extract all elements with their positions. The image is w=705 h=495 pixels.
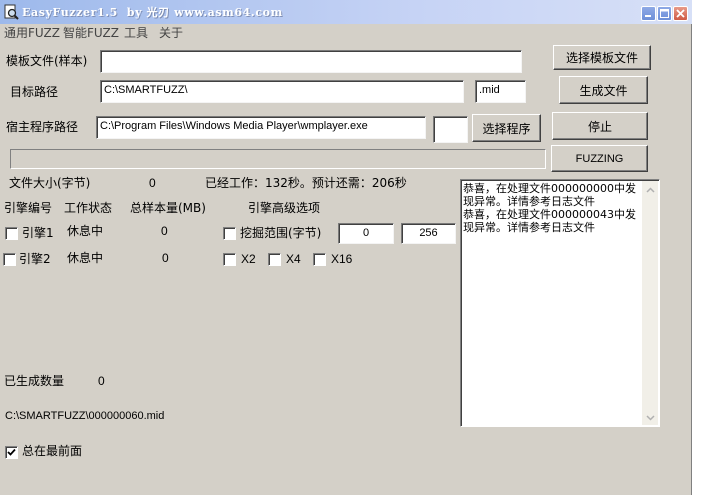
range-label: 挖掘范围(字节) [240, 226, 322, 240]
minimize-button[interactable] [641, 6, 656, 21]
minimize-icon [644, 7, 653, 21]
range-end-input[interactable]: 256 [401, 223, 456, 244]
engine-2-state: 休息中 [67, 251, 104, 265]
engine-2-label: 引擎2 [19, 252, 51, 266]
scroll-down-button[interactable] [642, 409, 658, 425]
engine-1-state: 休息中 [67, 224, 104, 238]
engine-1-total: 0 [161, 224, 168, 238]
generated-count-value: 0 [98, 374, 105, 388]
engine-state-header: 工作状态 [64, 201, 113, 215]
chevron-down-icon [645, 410, 655, 424]
select-template-button-label: 选择模板文件 [565, 51, 638, 65]
fuzzing-button-label: FUZZING [575, 152, 624, 165]
stop-button[interactable]: 停止 [552, 112, 648, 140]
target-path-label: 目标路径 [10, 85, 59, 99]
log-scrollbar[interactable] [642, 181, 658, 425]
menu-tools[interactable]: 工具 [124, 26, 148, 40]
host-program-label: 宿主程序路径 [6, 120, 79, 134]
app-icon [3, 4, 19, 20]
host-program-input[interactable]: C:\Program Files\Windows Media Player\wm… [96, 116, 426, 139]
chevron-up-icon [645, 182, 655, 196]
menu-smart-fuzz[interactable]: 智能FUZZ [63, 26, 119, 40]
engine-2-total: 0 [162, 251, 169, 265]
menu-bar: 通用FUZZ 智能FUZZ 工具 关于 [0, 24, 692, 42]
file-size-label: 文件大小(字节) [9, 176, 91, 190]
progress-text: 已经工作：132秒。预计还需：206秒 [205, 176, 407, 190]
template-file-label: 模板文件(样本) [6, 54, 88, 68]
title-bar[interactable]: EasyFuzzer1.5 by 光刃 www.asm64.com [0, 0, 692, 24]
maximize-icon [660, 7, 669, 21]
template-file-input[interactable] [100, 50, 522, 73]
x16-label: X16 [331, 252, 353, 266]
maximize-button[interactable] [657, 6, 672, 21]
menu-general-fuzz[interactable]: 通用FUZZ [4, 26, 60, 40]
stop-button-label: 停止 [587, 119, 612, 134]
engine-id-header: 引擎编号 [4, 201, 53, 215]
log-text: 恭喜，在处理文件000000000中发现异常。详情参考日志文件 恭喜，在处理文件… [463, 182, 636, 234]
app-window: EasyFuzzer1.5 by 光刃 www.asm64.com 通用FUZZ… [0, 0, 692, 495]
x16-checkbox[interactable] [313, 253, 326, 266]
log-textarea[interactable]: 恭喜，在处理文件000000000中发现异常。详情参考日志文件 恭喜，在处理文件… [460, 179, 660, 427]
select-program-button-label: 选择程序 [482, 121, 531, 136]
progress-bar [10, 149, 546, 169]
engine-total-header: 总样本量(MB) [130, 201, 206, 215]
fuzzing-button[interactable]: FUZZING [551, 145, 648, 172]
target-path-input[interactable]: C:\SMARTFUZZ\ [100, 80, 464, 103]
range-checkbox[interactable] [223, 227, 236, 240]
generate-file-button[interactable]: 生成文件 [559, 76, 648, 104]
host-extra-input[interactable] [433, 116, 468, 143]
current-file-path: C:\SMARTFUZZ\000000060.mid [5, 410, 165, 422]
close-button[interactable] [673, 6, 688, 21]
menu-about[interactable]: 关于 [159, 26, 183, 40]
always-on-top-label: 总在最前面 [22, 444, 83, 458]
extension-input[interactable]: .mid [475, 80, 526, 103]
x4-checkbox[interactable] [268, 253, 281, 266]
engine-1-label: 引擎1 [22, 226, 54, 240]
select-template-button[interactable]: 选择模板文件 [553, 45, 651, 70]
engine-1-checkbox[interactable] [5, 227, 18, 240]
x4-label: X4 [286, 252, 301, 266]
select-program-button[interactable]: 选择程序 [472, 114, 541, 142]
scroll-up-button[interactable] [642, 181, 658, 197]
engine-2-checkbox[interactable] [3, 253, 16, 266]
file-size-value: 0 [149, 176, 156, 190]
checkmark-icon [7, 448, 16, 456]
close-icon [676, 7, 685, 21]
window-title: EasyFuzzer1.5 by 光刃 www.asm64.com [22, 6, 283, 19]
x2-label: X2 [241, 252, 256, 266]
range-start-input[interactable]: 0 [338, 223, 394, 244]
x2-checkbox[interactable] [223, 253, 236, 266]
generate-file-button-label: 生成文件 [579, 83, 628, 98]
advanced-options-title: 引擎高级选项 [248, 201, 321, 215]
generated-count-label: 已生成数量 [4, 374, 65, 388]
always-on-top-checkbox[interactable] [5, 446, 18, 459]
